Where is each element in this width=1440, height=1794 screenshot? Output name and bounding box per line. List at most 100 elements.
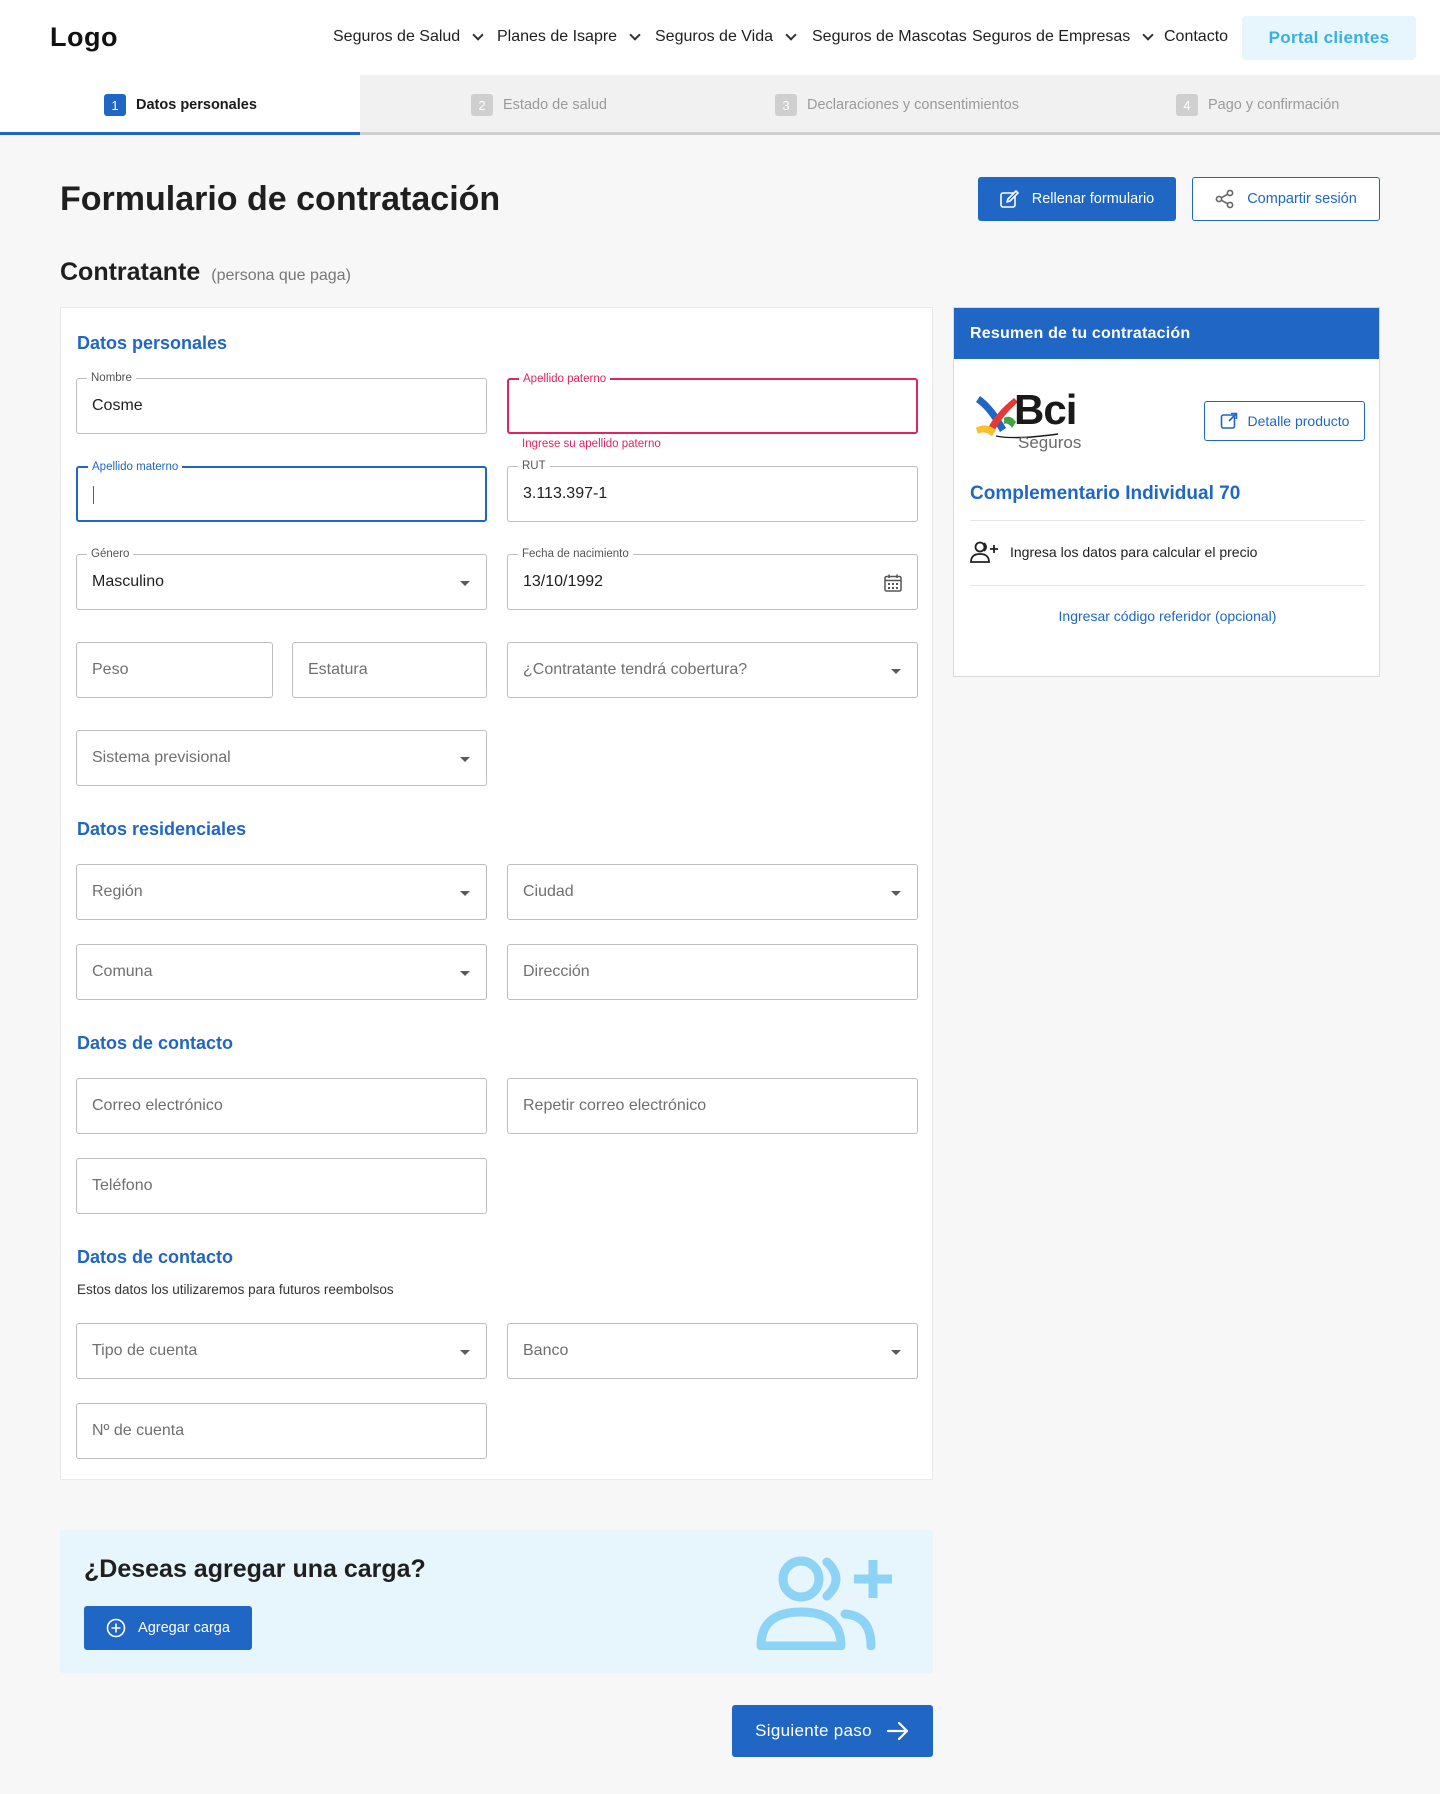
nav-label: Seguros de Salud: [333, 28, 461, 45]
dropdown-arrow-icon: [460, 1350, 470, 1355]
step-datos-personales[interactable]: 1 Datos personales: [104, 75, 257, 135]
nav-seguros-salud[interactable]: Seguros de Salud: [333, 28, 484, 46]
field-placeholder: Sistema previsional: [92, 749, 231, 766]
compartir-sesion-button[interactable]: Compartir sesión: [1192, 177, 1380, 221]
dropdown-arrow-icon: [460, 581, 470, 586]
repetir-correo-field[interactable]: Repetir correo electrónico: [507, 1078, 918, 1134]
field-value: Masculino: [92, 573, 165, 590]
nav-seguros-vida[interactable]: Seguros de Vida: [655, 28, 797, 46]
agregar-carga-button[interactable]: Agregar carga: [84, 1606, 252, 1650]
contratante-form: Datos personales Nombre Cosme Apellido p…: [60, 307, 933, 1480]
portal-clientes-button[interactable]: Portal clientes: [1242, 16, 1416, 60]
step-number: 4: [1176, 94, 1198, 116]
step-pago[interactable]: 4 Pago y confirmación: [1176, 75, 1339, 135]
divider: [970, 520, 1365, 521]
apellido-paterno-error: Ingrese su apellido paterno: [522, 438, 661, 450]
edit-icon: [999, 190, 1019, 208]
button-label: Rellenar formulario: [1031, 191, 1155, 207]
dropdown-arrow-icon: [460, 971, 470, 976]
field-value: 13/10/1992: [523, 573, 604, 590]
estatura-field[interactable]: Estatura: [292, 642, 487, 698]
nav-contacto[interactable]: Contacto: [1164, 28, 1228, 46]
field-placeholder: Banco: [523, 1342, 569, 1359]
siguiente-paso-button[interactable]: Siguiente paso: [732, 1705, 933, 1757]
dropdown-arrow-icon: [891, 891, 901, 896]
codigo-referidor-link[interactable]: Ingresar código referidor (opcional): [954, 608, 1381, 624]
carga-title: ¿Deseas agregar una carga?: [84, 1555, 426, 1583]
button-label: Siguiente paso: [755, 1721, 872, 1740]
step-number: 3: [775, 94, 797, 116]
dropdown-arrow-icon: [460, 891, 470, 896]
field-placeholder: Nº de cuenta: [92, 1422, 185, 1439]
text-caret: [93, 486, 94, 504]
section-title-bancario: Datos de contacto: [77, 1247, 234, 1267]
section-subtitle: Contratante (persona que paga): [60, 258, 351, 287]
brand-subtitle: Seguros: [1018, 433, 1082, 452]
brand-name: Bci: [1014, 386, 1077, 433]
step-declaraciones[interactable]: 3 Declaraciones y consentimientos: [775, 75, 1019, 135]
step-number: 1: [104, 94, 126, 116]
section-title-residenciales: Datos residenciales: [77, 819, 247, 839]
detalle-producto-button[interactable]: Detalle producto: [1204, 401, 1365, 441]
field-label: Nombre: [87, 371, 136, 385]
arrow-right-icon: [886, 1721, 908, 1741]
nav-seguros-mascotas[interactable]: Seguros de Mascotas: [812, 28, 967, 46]
cobertura-select[interactable]: ¿Contratante tendrá cobertura?: [507, 642, 918, 698]
field-placeholder: Ciudad: [523, 883, 574, 900]
numero-cuenta-field[interactable]: Nº de cuenta: [76, 1403, 487, 1459]
fecha-nacimiento-field[interactable]: Fecha de nacimiento 13/10/1992: [507, 547, 918, 610]
banco-select[interactable]: Banco: [507, 1323, 918, 1379]
calendar-icon[interactable]: [883, 573, 903, 593]
plus-circle-icon: [106, 1618, 126, 1638]
add-person-icon: [756, 1556, 892, 1650]
step-estado-salud[interactable]: 2 Estado de salud: [471, 75, 607, 135]
external-link-icon: [1220, 412, 1237, 429]
region-select[interactable]: Región: [76, 864, 487, 920]
agregar-carga-panel: ¿Deseas agregar una carga? Agregar carga: [60, 1530, 933, 1673]
share-icon: [1215, 189, 1234, 209]
button-label: Detalle producto: [1247, 413, 1350, 429]
site-logo[interactable]: Logo: [50, 22, 118, 53]
rut-field[interactable]: RUT 3.113.397-1: [507, 459, 918, 522]
sistema-previsional-select[interactable]: Sistema previsional: [76, 730, 487, 786]
field-placeholder: Teléfono: [92, 1177, 153, 1194]
dropdown-arrow-icon: [891, 669, 901, 674]
nombre-field[interactable]: Nombre Cosme: [76, 371, 487, 434]
direccion-field[interactable]: Dirección: [507, 944, 918, 1000]
nav-label: Seguros de Empresas: [972, 28, 1131, 45]
nav-label: Contacto: [1164, 28, 1229, 45]
apellido-paterno-field[interactable]: Apellido paterno: [507, 372, 918, 434]
nav-planes-isapre[interactable]: Planes de Isapre: [497, 28, 641, 46]
field-label: RUT: [518, 459, 550, 473]
tipo-cuenta-select[interactable]: Tipo de cuenta: [76, 1323, 487, 1379]
progress-stepper: 1 Datos personales 2 Estado de salud 3 D…: [0, 75, 1440, 135]
comuna-select[interactable]: Comuna: [76, 944, 487, 1000]
price-note-text: Ingresa los datos para calcular el preci…: [1010, 544, 1258, 560]
field-placeholder: Repetir correo electrónico: [523, 1097, 707, 1114]
chevron-down-icon: [629, 28, 641, 41]
dropdown-arrow-icon: [891, 1350, 901, 1355]
price-note: Ingresa los datos para calcular el preci…: [970, 541, 1257, 563]
genero-select[interactable]: Género Masculino: [76, 547, 487, 610]
subtitle-text: Contratante: [60, 258, 201, 286]
correo-field[interactable]: Correo electrónico: [76, 1078, 487, 1134]
ciudad-select[interactable]: Ciudad: [507, 864, 918, 920]
field-label: Género: [87, 547, 134, 561]
field-placeholder: Dirección: [523, 963, 590, 980]
apellido-materno-field[interactable]: Apellido materno: [76, 460, 487, 522]
top-header: Logo Seguros de Salud Planes de Isapre S…: [0, 0, 1440, 75]
chevron-down-icon: [785, 28, 797, 41]
nav-label: Planes de Isapre: [497, 28, 618, 45]
field-placeholder: Peso: [92, 661, 129, 678]
telefono-field[interactable]: Teléfono: [76, 1158, 487, 1214]
add-person-icon: [970, 541, 998, 563]
summary-card: Resumen de tu contratación Bci Seguros D…: [953, 307, 1380, 677]
rellenar-formulario-button[interactable]: Rellenar formulario: [978, 177, 1176, 221]
field-placeholder: Comuna: [92, 963, 153, 980]
summary-title: Resumen de tu contratación: [954, 308, 1379, 359]
peso-field[interactable]: Peso: [76, 642, 273, 698]
step-label: Estado de salud: [503, 97, 607, 113]
nav-seguros-empresas[interactable]: Seguros de Empresas: [972, 28, 1154, 46]
step-label: Datos personales: [136, 97, 257, 113]
step-label: Declaraciones y consentimientos: [807, 97, 1019, 113]
